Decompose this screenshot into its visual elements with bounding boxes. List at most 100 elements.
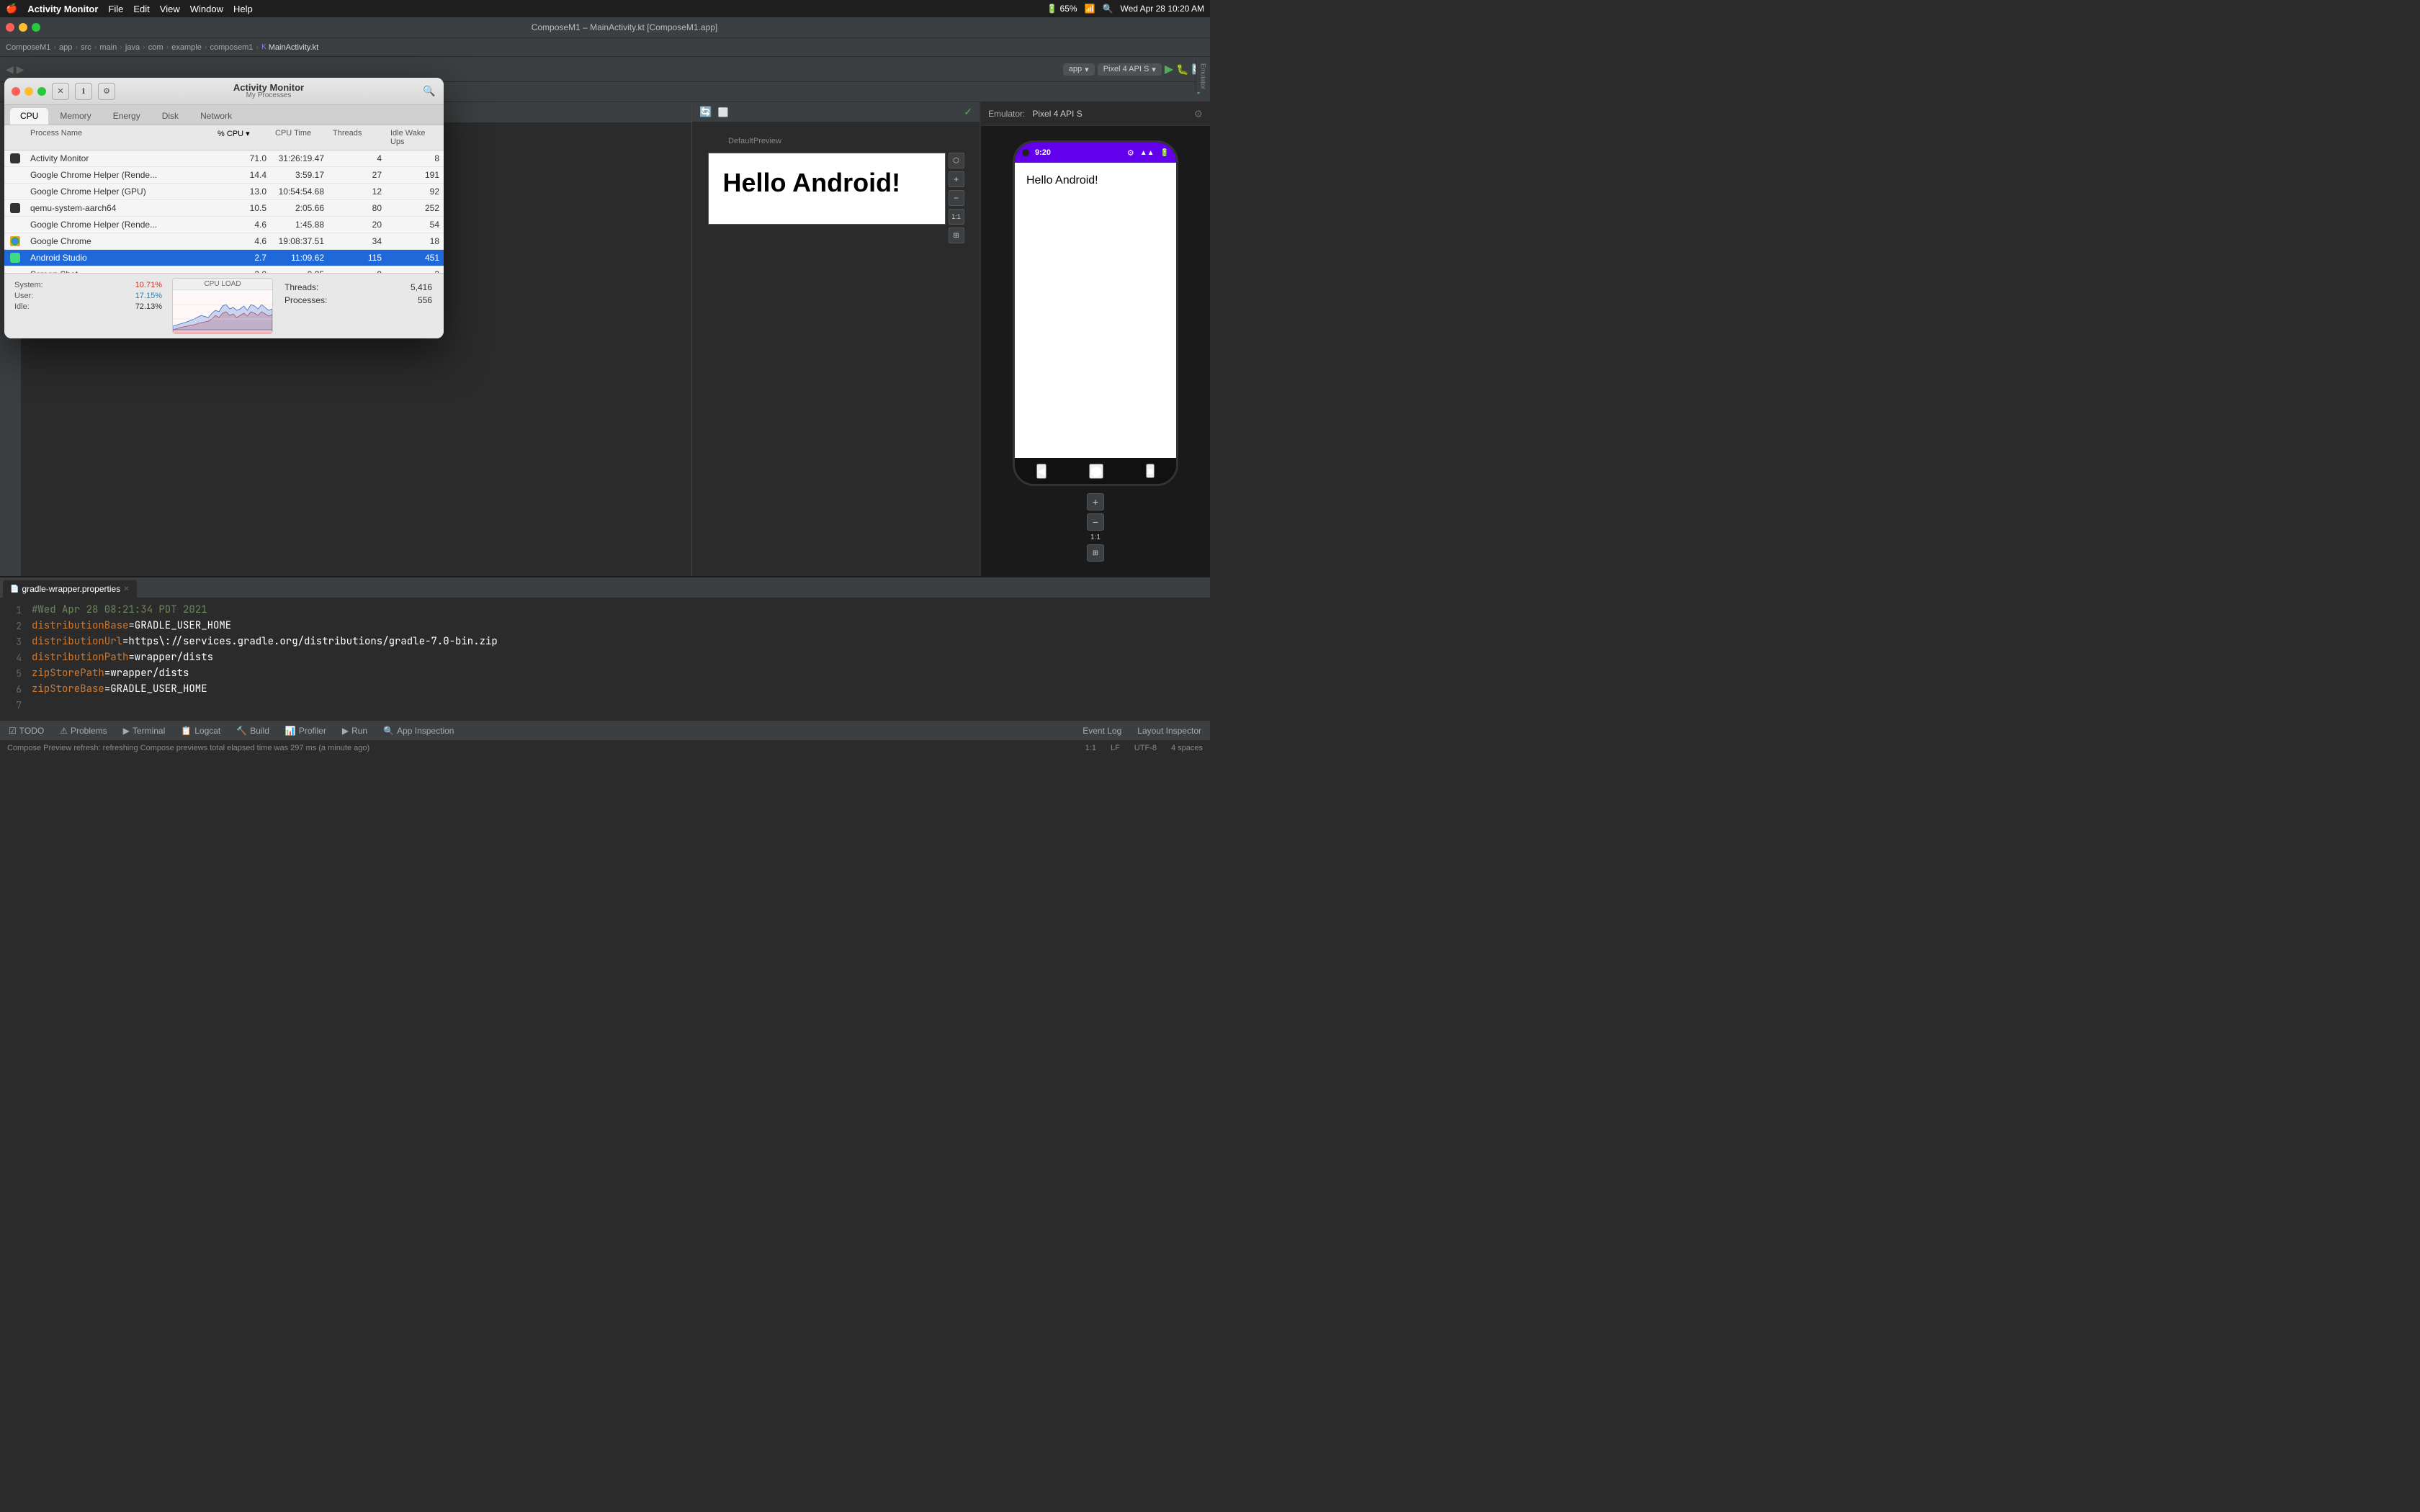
emulator-fit-btn[interactable]: ⊞	[1087, 544, 1104, 562]
emulator-zoom-in[interactable]: +	[1087, 493, 1104, 510]
preview-area: 🔄 ⬜ ✓ DefaultPreview Hello Android! ⬡ + …	[691, 102, 980, 576]
bc-app[interactable]: app	[59, 43, 72, 52]
am-tab-network[interactable]: Network	[190, 108, 242, 125]
layout-inspector-tab[interactable]: Layout Inspector	[1134, 724, 1204, 737]
build-tab[interactable]: 🔨Build	[233, 724, 272, 737]
preview-check-icon: ✓	[964, 106, 972, 118]
bc-composem1-pkg[interactable]: composem1	[210, 43, 253, 52]
event-log-tab[interactable]: Event Log	[1080, 724, 1124, 737]
menu-file[interactable]: File	[108, 4, 123, 14]
phone-back-btn[interactable]: ◀	[1036, 464, 1047, 479]
table-row[interactable]: Google Chrome 4.6 19:08:37.51 34 18	[4, 233, 444, 250]
menu-view[interactable]: View	[160, 4, 180, 14]
bc-file[interactable]: K MainActivity.kt	[261, 43, 318, 52]
app-inspection-tab[interactable]: 🔍App Inspection	[380, 724, 457, 737]
tab-close-gradle[interactable]: ✕	[123, 585, 129, 593]
am-gear-btn[interactable]: ⚙	[98, 83, 115, 100]
am-processes-label: Processes:	[284, 295, 327, 305]
table-row[interactable]: Google Chrome Helper (Rende... 4.6 1:45.…	[4, 217, 444, 233]
am-maximize[interactable]	[37, 87, 46, 96]
bottom-line-2: 2 distributionBase=GRADLE_USER_HOME	[0, 618, 1210, 634]
profiler-tab[interactable]: 📊Profiler	[282, 724, 329, 737]
debug-button[interactable]: 🐛	[1176, 63, 1188, 76]
bc-composem1[interactable]: ComposeM1	[6, 43, 50, 52]
bc-java[interactable]: java	[125, 43, 140, 52]
table-row[interactable]: Screen Shot 2.0 0.25 9 3	[4, 266, 444, 273]
status-bar: Compose Preview refresh: refreshing Comp…	[0, 740, 1210, 756]
bc-src[interactable]: src	[81, 43, 91, 52]
phone-settings-icon: ⚙	[1127, 148, 1134, 158]
am-info-btn[interactable]: ℹ	[75, 83, 92, 100]
battery-icon: 🔋 65%	[1047, 4, 1077, 14]
am-threads-panel: Threads: 5,416 Processes: 556	[277, 278, 439, 334]
preview-zoom-in-btn[interactable]: +	[949, 171, 964, 187]
phone-navbar: ◀ ⬤ ■	[1015, 458, 1176, 484]
phone-time: 9:20	[1035, 148, 1121, 157]
table-row[interactable]: Google Chrome Helper (GPU) 13.0 10:54:54…	[4, 184, 444, 200]
terminal-tab[interactable]: ▶Terminal	[120, 724, 169, 737]
app-name-menu[interactable]: Activity Monitor	[27, 4, 98, 14]
run-button[interactable]: ▶	[1165, 62, 1173, 76]
bottom-code-panel: 📄 gradle-wrapper.properties ✕ 1 #Wed Apr…	[0, 576, 1210, 720]
table-row[interactable]: qemu-system-aarch64 10.5 2:05.66 80 252	[4, 200, 444, 217]
preview-interactive-btn[interactable]: ⬜	[717, 107, 728, 117]
preview-fullscreen-btn[interactable]: ⊞	[949, 228, 964, 243]
menu-edit[interactable]: Edit	[133, 4, 149, 14]
problems-tab[interactable]: ⚠Problems	[57, 724, 109, 737]
emulator-zoom-out[interactable]: −	[1087, 513, 1104, 531]
menu-window[interactable]: Window	[190, 4, 223, 14]
nav-back[interactable]: ◀	[6, 63, 14, 76]
nav-forward[interactable]: ▶	[17, 63, 24, 76]
run-tab[interactable]: ▶Run	[339, 724, 370, 737]
search-icon-menu[interactable]: 🔍	[1103, 4, 1113, 14]
am-tab-cpu[interactable]: CPU	[10, 108, 48, 125]
bc-example[interactable]: example	[171, 43, 202, 52]
table-row[interactable]: Activity Monitor 71.0 31:26:19.47 4 8	[4, 150, 444, 167]
am-col-idle[interactable]: Idle Wake Ups	[386, 127, 444, 148]
am-search-btn[interactable]: 🔍	[422, 84, 436, 99]
phone-home-btn[interactable]: ⬤	[1089, 464, 1103, 479]
preview-refresh-btn[interactable]: 🔄	[699, 106, 712, 118]
am-close[interactable]	[12, 87, 20, 96]
apple-menu[interactable]: 🍎	[6, 3, 17, 14]
menu-help[interactable]: Help	[233, 4, 253, 14]
device-selector[interactable]: Pixel 4 API S ▾	[1098, 63, 1162, 76]
bc-main[interactable]: main	[99, 43, 117, 52]
am-tab-memory[interactable]: Memory	[50, 108, 101, 125]
bottom-line-4: 4 distributionPath=wrapper/dists	[0, 649, 1210, 665]
preview-zoom-out-btn[interactable]: −	[949, 190, 964, 206]
am-chart-title: CPU LOAD	[173, 279, 272, 290]
window-minimize[interactable]	[19, 23, 27, 32]
am-col-cpu-time[interactable]: CPU Time	[271, 127, 328, 148]
am-close-btn[interactable]: ✕	[52, 83, 69, 100]
emulator-settings-btn[interactable]: ⚙	[1193, 108, 1203, 120]
am-user-value: 17.15%	[135, 292, 162, 300]
gradle-wrapper-tab[interactable]: 📄 gradle-wrapper.properties ✕	[3, 580, 137, 598]
preview-zoom-fit-btn[interactable]: 1:1	[949, 209, 964, 225]
todo-tab[interactable]: ☑TODO	[6, 724, 47, 737]
am-user-stat: User: 17.15%	[14, 292, 162, 300]
logcat-tab[interactable]: 📋Logcat	[178, 724, 223, 737]
table-row-android-studio[interactable]: Android Studio 2.7 11:09.62 115 451	[4, 250, 444, 266]
am-col-threads[interactable]: Threads	[328, 127, 386, 148]
am-tab-energy[interactable]: Energy	[103, 108, 151, 125]
window-close[interactable]	[6, 23, 14, 32]
am-titlebar: ✕ ℹ ⚙ Activity Monitor My Processes 🔍	[4, 78, 444, 105]
am-cpu-chart: CPU LOAD	[172, 278, 273, 334]
window-maximize[interactable]	[32, 23, 40, 32]
am-process-list[interactable]: Activity Monitor 71.0 31:26:19.47 4 8 Go…	[4, 150, 444, 273]
preview-expand-btn[interactable]: ⬡	[949, 153, 964, 168]
am-tab-disk[interactable]: Disk	[152, 108, 189, 125]
emulator-zoom-level: 1:1	[1090, 534, 1101, 541]
am-col-name[interactable]: Process Name	[26, 127, 213, 148]
phone-wifi-icon: ▲▲	[1140, 149, 1155, 157]
run-config-selector[interactable]: app ▾	[1063, 63, 1095, 76]
am-col-cpu[interactable]: % CPU ▾	[213, 127, 271, 148]
am-stats: System: 10.71% User: 17.15% Idle: 72.13%	[9, 278, 168, 334]
am-table-header: Process Name % CPU ▾ CPU Time Threads Id…	[4, 125, 444, 150]
am-minimize[interactable]	[24, 87, 33, 96]
process-icon-android-studio	[10, 253, 20, 263]
table-row[interactable]: Google Chrome Helper (Rende... 14.4 3:59…	[4, 167, 444, 184]
phone-recents-btn[interactable]: ■	[1146, 464, 1155, 478]
bc-com[interactable]: com	[148, 43, 163, 52]
